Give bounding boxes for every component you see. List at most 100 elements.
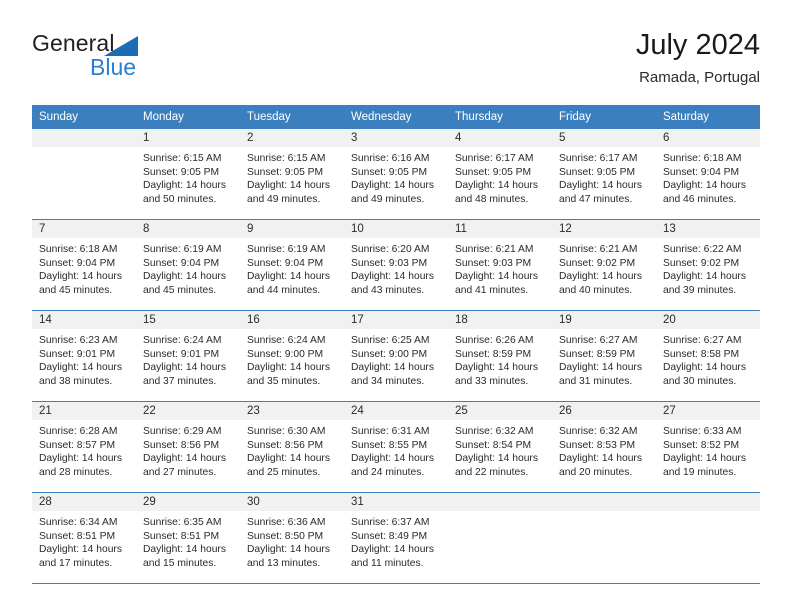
day-details: Sunrise: 6:24 AM Sunset: 9:00 PM Daylight:…	[240, 329, 344, 388]
calendar-week-row: 21 Sunrise: 6:28 AM Sunset: 8:57 PM Dayligh…	[32, 401, 760, 493]
calendar-cell-day-20[interactable]: 20 Sunrise: 6:27 AM Sunset: 8:58 PM Dayligh…	[656, 310, 760, 402]
day-cell: 13 Sunrise: 6:22 AM Sunset: 9:02 PM Dayligh…	[656, 220, 760, 310]
calendar-cell-day-21[interactable]: 21 Sunrise: 6:28 AM Sunset: 8:57 PM Dayligh…	[32, 401, 136, 493]
calendar-cell-day-26[interactable]: 26 Sunrise: 6:32 AM Sunset: 8:53 PM Dayligh…	[552, 401, 656, 493]
calendar-cell-day-16[interactable]: 16 Sunrise: 6:24 AM Sunset: 9:00 PM Dayligh…	[240, 310, 344, 402]
day-details: Sunrise: 6:29 AM Sunset: 8:56 PM Daylight:…	[136, 420, 240, 479]
day-number: 26	[552, 402, 656, 420]
calendar-page: General Blue July 2024 Ramada, Portugal …	[0, 0, 792, 612]
daylight-duration-line1: Daylight: 14 hours	[247, 362, 330, 374]
daylight-duration-line2: and 38 minutes.	[39, 375, 113, 387]
day-details: Sunrise: 6:27 AM Sunset: 8:59 PM Daylight:…	[552, 329, 656, 388]
calendar-cell-day-3[interactable]: 3 Sunrise: 6:16 AM Sunset: 9:05 PM Daylight…	[344, 129, 448, 220]
calendar-cell-day-29[interactable]: 29 Sunrise: 6:35 AM Sunset: 8:51 PM Dayligh…	[136, 492, 240, 584]
day-details: Sunrise: 6:32 AM Sunset: 8:53 PM Daylight:…	[552, 420, 656, 479]
daylight-duration-line1: Daylight: 14 hours	[663, 180, 746, 192]
day-cell: 31 Sunrise: 6:37 AM Sunset: 8:49 PM Dayligh…	[344, 493, 448, 583]
calendar-cell-day-19[interactable]: 19 Sunrise: 6:27 AM Sunset: 8:59 PM Dayligh…	[552, 310, 656, 402]
calendar-cell-day-22[interactable]: 22 Sunrise: 6:29 AM Sunset: 8:56 PM Dayligh…	[136, 401, 240, 493]
daylight-duration-line1: Daylight: 14 hours	[559, 453, 642, 465]
sunset-time: Sunset: 9:05 PM	[247, 166, 324, 178]
sunset-time: Sunset: 9:04 PM	[663, 166, 740, 178]
weekday-header-friday: Friday	[552, 105, 656, 129]
calendar-cell-day-14[interactable]: 14 Sunrise: 6:23 AM Sunset: 9:01 PM Dayligh…	[32, 310, 136, 402]
calendar-cell-day-18[interactable]: 18 Sunrise: 6:26 AM Sunset: 8:59 PM Dayligh…	[448, 310, 552, 402]
day-number: 22	[136, 402, 240, 420]
day-number: 3	[344, 129, 448, 147]
sunrise-time: Sunrise: 6:29 AM	[143, 426, 222, 437]
calendar-cell-day-15[interactable]: 15 Sunrise: 6:24 AM Sunset: 9:01 PM Dayligh…	[136, 310, 240, 402]
daylight-duration-line2: and 24 minutes.	[351, 466, 425, 478]
sunrise-time: Sunrise: 6:34 AM	[39, 517, 118, 528]
sunrise-time: Sunrise: 6:17 AM	[559, 153, 638, 164]
day-cell: 16 Sunrise: 6:24 AM Sunset: 9:00 PM Dayligh…	[240, 311, 344, 401]
daylight-duration-line1: Daylight: 14 hours	[247, 271, 330, 283]
calendar-cell-day-24[interactable]: 24 Sunrise: 6:31 AM Sunset: 8:55 PM Dayligh…	[344, 401, 448, 493]
day-cell: 29 Sunrise: 6:35 AM Sunset: 8:51 PM Dayligh…	[136, 493, 240, 583]
sunrise-time: Sunrise: 6:27 AM	[663, 335, 742, 346]
daylight-duration-line2: and 45 minutes.	[39, 284, 113, 296]
calendar-cell-day-13[interactable]: 13 Sunrise: 6:22 AM Sunset: 9:02 PM Dayligh…	[656, 219, 760, 311]
day-number: 29	[136, 493, 240, 511]
day-cell: 24 Sunrise: 6:31 AM Sunset: 8:55 PM Dayligh…	[344, 402, 448, 492]
calendar-cell-day-6[interactable]: 6 Sunrise: 6:18 AM Sunset: 9:04 PM Daylight…	[656, 129, 760, 220]
calendar-cell-day-8[interactable]: 8 Sunrise: 6:19 AM Sunset: 9:04 PM Daylight…	[136, 219, 240, 311]
day-number: 5	[552, 129, 656, 147]
calendar-cell-day-1[interactable]: 1 Sunrise: 6:15 AM Sunset: 9:05 PM Daylight…	[136, 129, 240, 220]
day-number: 6	[656, 129, 760, 147]
day-details: Sunrise: 6:21 AM Sunset: 9:03 PM Daylight:…	[448, 238, 552, 297]
sunrise-time: Sunrise: 6:15 AM	[247, 153, 326, 164]
calendar-cell-day-12[interactable]: 12 Sunrise: 6:21 AM Sunset: 9:02 PM Dayligh…	[552, 219, 656, 311]
title-block: July 2024 Ramada, Portugal	[636, 27, 760, 89]
calendar-cell-day-5[interactable]: 5 Sunrise: 6:17 AM Sunset: 9:05 PM Daylight…	[552, 129, 656, 220]
day-details: Sunrise: 6:31 AM Sunset: 8:55 PM Daylight:…	[344, 420, 448, 479]
calendar-cell-day-30[interactable]: 30 Sunrise: 6:36 AM Sunset: 8:50 PM Dayligh…	[240, 492, 344, 584]
day-cell: 18 Sunrise: 6:26 AM Sunset: 8:59 PM Dayligh…	[448, 311, 552, 401]
sunset-time: Sunset: 8:53 PM	[559, 439, 636, 451]
daylight-duration-line1: Daylight: 14 hours	[663, 362, 746, 374]
day-details: Sunrise: 6:26 AM Sunset: 8:59 PM Daylight:…	[448, 329, 552, 388]
day-number: 19	[552, 311, 656, 329]
daylight-duration-line1: Daylight: 14 hours	[455, 180, 538, 192]
day-cell: 17 Sunrise: 6:25 AM Sunset: 9:00 PM Dayligh…	[344, 311, 448, 401]
weekday-header-wednesday: Wednesday	[344, 105, 448, 129]
day-number: 25	[448, 402, 552, 420]
daylight-duration-line1: Daylight: 14 hours	[247, 544, 330, 556]
daylight-duration-line2: and 22 minutes.	[455, 466, 529, 478]
calendar-cell-day-2[interactable]: 2 Sunrise: 6:15 AM Sunset: 9:05 PM Daylight…	[240, 129, 344, 220]
sunrise-time: Sunrise: 6:30 AM	[247, 426, 326, 437]
daylight-duration-line1: Daylight: 14 hours	[351, 453, 434, 465]
calendar-cell-day-10[interactable]: 10 Sunrise: 6:20 AM Sunset: 9:03 PM Dayligh…	[344, 219, 448, 311]
calendar-cell-day-25[interactable]: 25 Sunrise: 6:32 AM Sunset: 8:54 PM Dayligh…	[448, 401, 552, 493]
sunrise-time: Sunrise: 6:18 AM	[39, 244, 118, 255]
daylight-duration-line1: Daylight: 14 hours	[351, 180, 434, 192]
day-cell: 11 Sunrise: 6:21 AM Sunset: 9:03 PM Dayligh…	[448, 220, 552, 310]
calendar-cell-day-7[interactable]: 7 Sunrise: 6:18 AM Sunset: 9:04 PM Daylight…	[32, 219, 136, 311]
day-number: 8	[136, 220, 240, 238]
day-details: Sunrise: 6:17 AM Sunset: 9:05 PM Daylight:…	[552, 147, 656, 206]
daylight-duration-line2: and 31 minutes.	[559, 375, 633, 387]
calendar-cell-day-27[interactable]: 27 Sunrise: 6:33 AM Sunset: 8:52 PM Dayligh…	[656, 401, 760, 493]
daylight-duration-line2: and 45 minutes.	[143, 284, 217, 296]
daylight-duration-line1: Daylight: 14 hours	[39, 271, 122, 283]
sunrise-time: Sunrise: 6:21 AM	[455, 244, 534, 255]
sunset-time: Sunset: 8:52 PM	[663, 439, 740, 451]
day-cell: 7 Sunrise: 6:18 AM Sunset: 9:04 PM Daylight…	[32, 220, 136, 310]
daylight-duration-line2: and 39 minutes.	[663, 284, 737, 296]
calendar-cell-day-28[interactable]: 28 Sunrise: 6:34 AM Sunset: 8:51 PM Dayligh…	[32, 492, 136, 584]
weekday-header-sunday: Sunday	[32, 105, 136, 129]
day-number: 31	[344, 493, 448, 511]
calendar-cell-day-11[interactable]: 11 Sunrise: 6:21 AM Sunset: 9:03 PM Dayligh…	[448, 219, 552, 311]
calendar-body: 1 Sunrise: 6:15 AM Sunset: 9:05 PM Daylight…	[32, 129, 760, 584]
calendar-week-row: 7 Sunrise: 6:18 AM Sunset: 9:04 PM Daylight…	[32, 219, 760, 311]
calendar-cell-day-9[interactable]: 9 Sunrise: 6:19 AM Sunset: 9:04 PM Daylight…	[240, 219, 344, 311]
calendar-cell-day-17[interactable]: 17 Sunrise: 6:25 AM Sunset: 9:00 PM Dayligh…	[344, 310, 448, 402]
daylight-duration-line1: Daylight: 14 hours	[351, 362, 434, 374]
day-details: Sunrise: 6:24 AM Sunset: 9:01 PM Daylight:…	[136, 329, 240, 388]
day-number: 2	[240, 129, 344, 147]
daylight-duration-line2: and 49 minutes.	[351, 193, 425, 205]
calendar-cell-day-23[interactable]: 23 Sunrise: 6:30 AM Sunset: 8:56 PM Dayligh…	[240, 401, 344, 493]
calendar-cell-day-4[interactable]: 4 Sunrise: 6:17 AM Sunset: 9:05 PM Daylight…	[448, 129, 552, 220]
calendar-cell-day-31[interactable]: 31 Sunrise: 6:37 AM Sunset: 8:49 PM Dayligh…	[344, 492, 448, 584]
sunset-time: Sunset: 8:57 PM	[39, 439, 116, 451]
